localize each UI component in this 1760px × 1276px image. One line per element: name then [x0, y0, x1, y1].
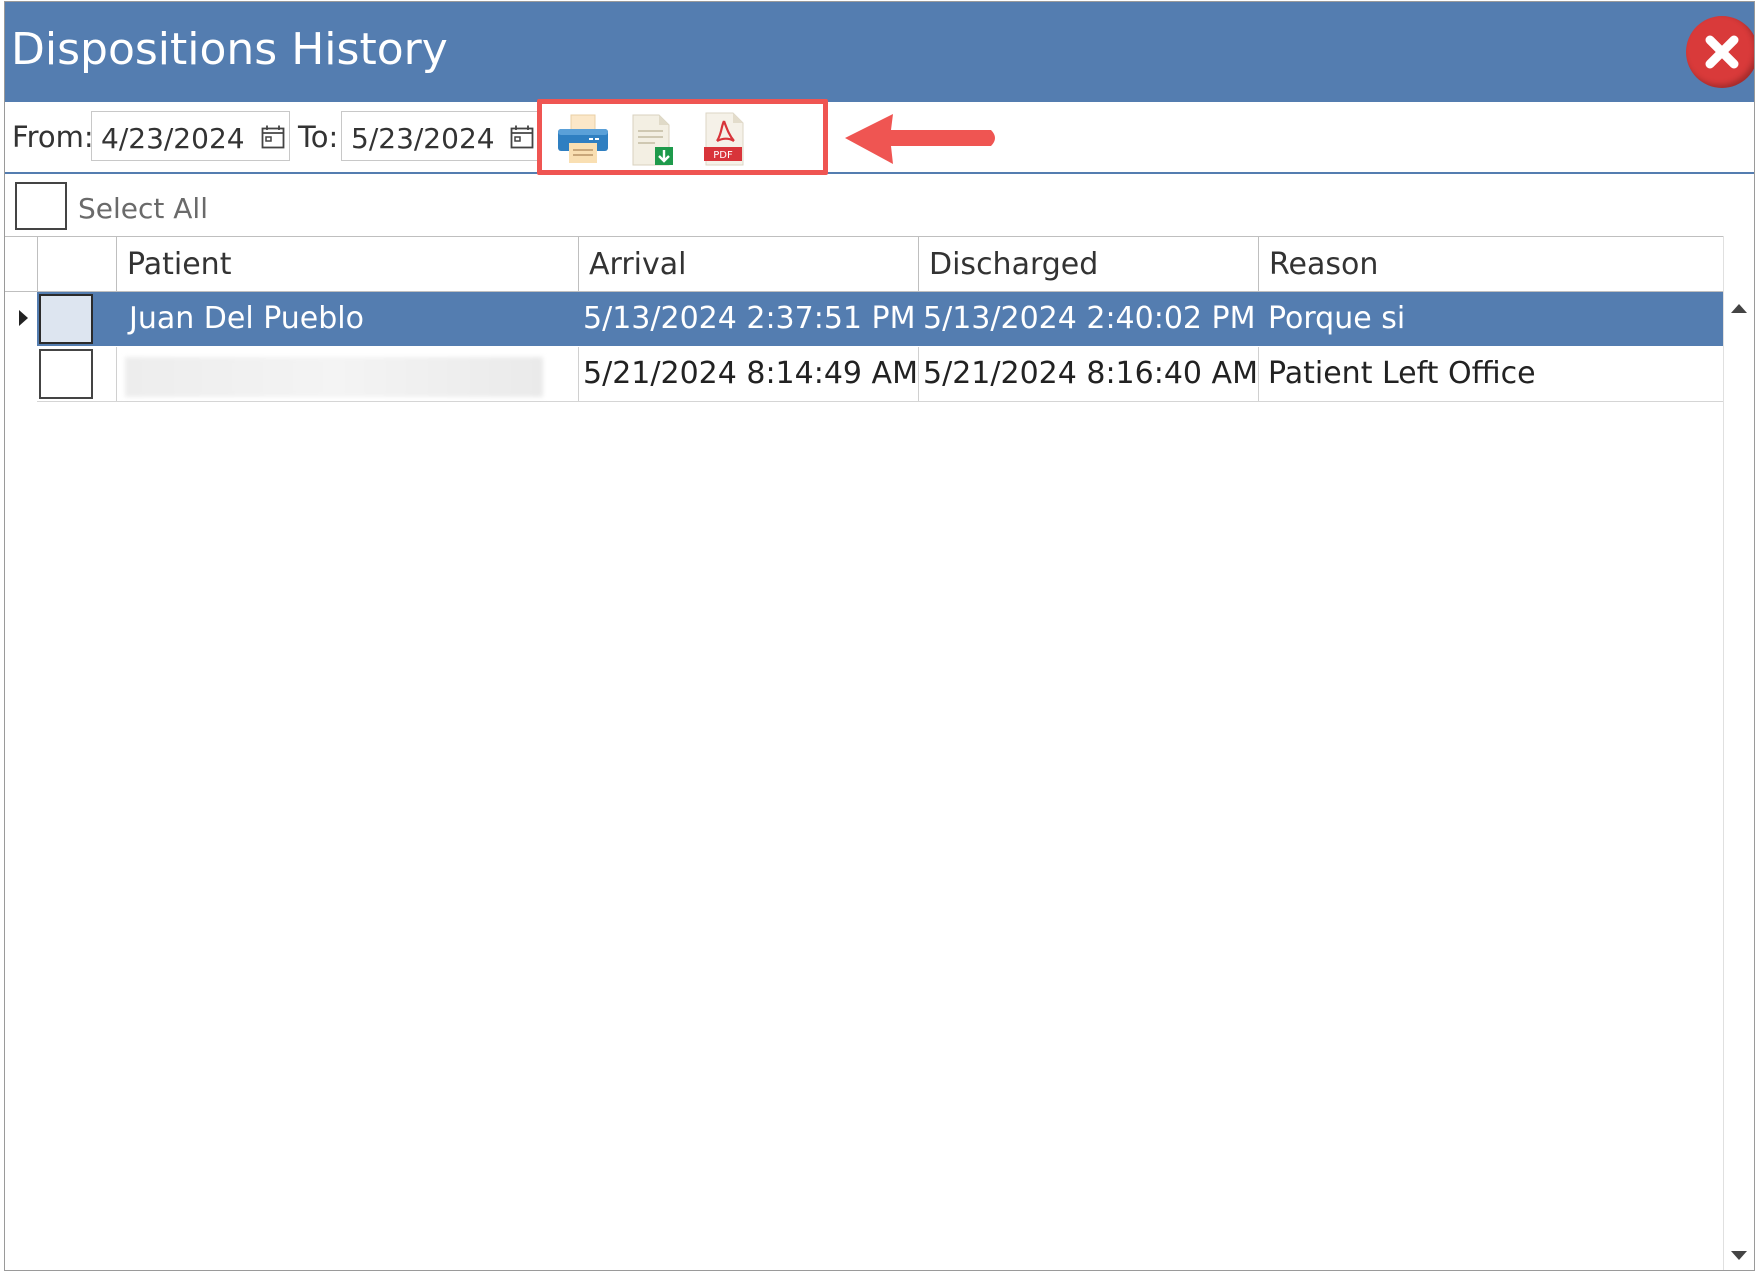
cell-discharged: 5/21/2024 8:16:40 AM	[923, 356, 1258, 391]
column-divider	[918, 347, 919, 401]
cell-reason: Porque si	[1268, 301, 1406, 336]
cell-reason: Patient Left Office	[1268, 356, 1536, 391]
table-row[interactable]: Juan Del Pueblo 5/13/2024 2:37:51 PM 5/1…	[5, 292, 1725, 346]
redacted-patient-name	[125, 357, 543, 397]
cell-arrival: 5/21/2024 8:14:49 AM	[583, 356, 918, 391]
to-date-picker[interactable]: 5/23/2024	[341, 111, 539, 161]
to-label: To:	[298, 120, 339, 154]
select-all-checkbox[interactable]	[15, 182, 67, 230]
toolbar-highlight-annotation	[537, 99, 828, 175]
column-header-discharged[interactable]: Discharged	[918, 237, 1258, 291]
from-date-value[interactable]: 4/23/2024	[101, 122, 245, 155]
annotation-arrow-icon	[845, 114, 995, 164]
current-row-indicator-icon	[19, 310, 28, 326]
table-row[interactable]: 5/21/2024 8:14:49 AM 5/21/2024 8:16:40 A…	[37, 347, 1725, 402]
dispositions-grid: Patient Arrival Discharged Reason Juan D…	[5, 236, 1725, 1270]
cell-patient: Juan Del Pueblo	[129, 301, 364, 336]
from-label: From:	[12, 120, 94, 154]
dispositions-history-window: Dispositions History From: 4/23/2024 To:…	[4, 1, 1755, 1271]
row-selection-highlight: Juan Del Pueblo 5/13/2024 2:37:51 PM 5/1…	[37, 292, 1725, 346]
from-date-picker[interactable]: 4/23/2024	[91, 111, 290, 161]
window-title: Dispositions History	[11, 24, 448, 75]
column-divider	[1258, 347, 1259, 401]
column-header-patient[interactable]: Patient	[116, 237, 578, 291]
scroll-down-arrow-icon[interactable]	[1731, 1251, 1747, 1260]
checkbox-column-header	[37, 237, 116, 291]
column-divider	[578, 347, 579, 401]
close-x-icon	[1705, 35, 1739, 69]
close-button[interactable]	[1686, 16, 1754, 88]
cell-arrival: 5/13/2024 2:37:51 PM	[583, 301, 916, 336]
grid-header: Patient Arrival Discharged Reason	[5, 237, 1725, 292]
cell-discharged: 5/13/2024 2:40:02 PM	[923, 301, 1256, 336]
select-all-row: Select All	[5, 174, 1754, 236]
column-header-reason[interactable]: Reason	[1258, 237, 1725, 291]
title-bar: Dispositions History	[5, 2, 1754, 102]
calendar-icon[interactable]	[510, 125, 534, 149]
to-date-value[interactable]: 5/23/2024	[351, 122, 495, 155]
select-all-label[interactable]: Select All	[78, 192, 208, 225]
column-header-arrival[interactable]: Arrival	[578, 237, 918, 291]
row-checkbox[interactable]	[39, 294, 93, 344]
vertical-scrollbar[interactable]	[1723, 236, 1754, 1270]
calendar-icon[interactable]	[261, 125, 285, 149]
scroll-up-arrow-icon[interactable]	[1731, 304, 1747, 313]
column-divider	[116, 347, 117, 401]
row-checkbox[interactable]	[39, 349, 93, 399]
